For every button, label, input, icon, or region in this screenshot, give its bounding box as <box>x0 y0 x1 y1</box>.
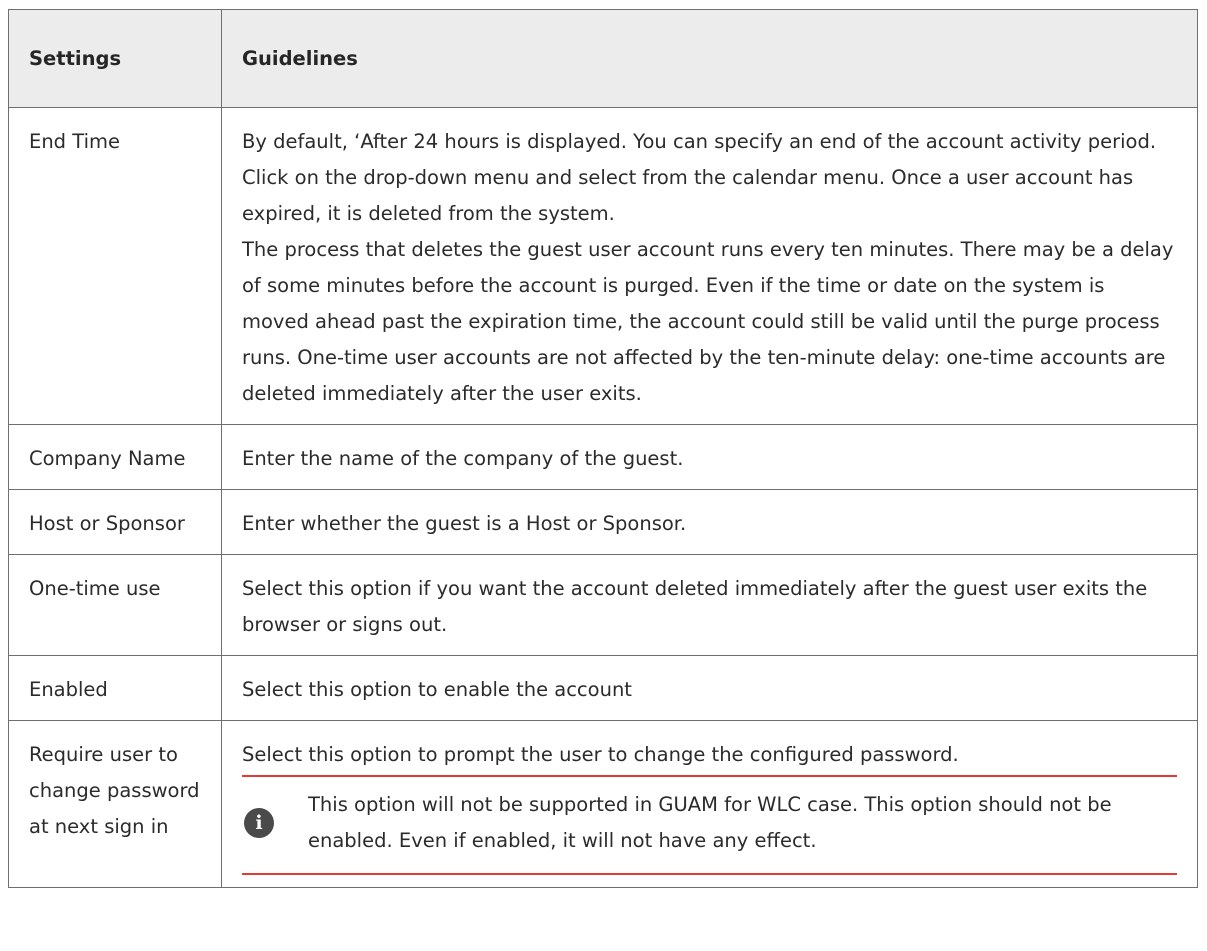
table-row-enabled: Enabled Select this option to enable the… <box>8 655 1198 721</box>
guideline-paragraph: Select this option to prompt the user to… <box>242 737 1177 777</box>
settings-column-header: Settings <box>8 9 222 108</box>
guideline-cell: By default, ‘After 24 hours is displayed… <box>221 107 1198 425</box>
guidelines-column-header: Guidelines <box>221 9 1198 108</box>
table-row-require-password-change: Require user to change password at next … <box>8 720 1198 888</box>
table-header-row: Settings Guidelines <box>8 9 1198 108</box>
guideline-paragraph: By default, ‘After 24 hours is displayed… <box>242 130 1157 225</box>
guideline-cell: Enter whether the guest is a Host or Spo… <box>221 489 1198 555</box>
table-row-host-or-sponsor: Host or Sponsor Enter whether the guest … <box>8 489 1198 555</box>
setting-cell: Require user to change password at next … <box>8 720 222 888</box>
guideline-cell: Select this option to prompt the user to… <box>221 720 1198 888</box>
table-row-one-time-use: One-time use Select this option if you w… <box>8 554 1198 656</box>
setting-cell: Enabled <box>8 655 222 721</box>
guideline-cell: Select this option if you want the accou… <box>221 554 1198 656</box>
table-row-company-name: Company Name Enter the name of the compa… <box>8 424 1198 490</box>
setting-cell: Host or Sponsor <box>8 489 222 555</box>
guideline-cell: Select this option to enable the account <box>221 655 1198 721</box>
setting-cell: Company Name <box>8 424 222 490</box>
info-note: i This option will not be supported in G… <box>242 787 1177 875</box>
table-row-end-time: End Time By default, ‘After 24 hours is … <box>8 107 1198 425</box>
setting-cell: One-time use <box>8 554 222 656</box>
guideline-block: Select this option to prompt the user to… <box>242 737 1177 875</box>
note-text: This option will not be supported in GUA… <box>308 793 1112 852</box>
guideline-paragraph: The process that deletes the guest user … <box>242 238 1174 405</box>
info-icon: i <box>244 808 274 838</box>
guideline-cell: Enter the name of the company of the gue… <box>221 424 1198 490</box>
setting-cell: End Time <box>8 107 222 425</box>
settings-table: Settings Guidelines End Time By default,… <box>8 9 1198 888</box>
